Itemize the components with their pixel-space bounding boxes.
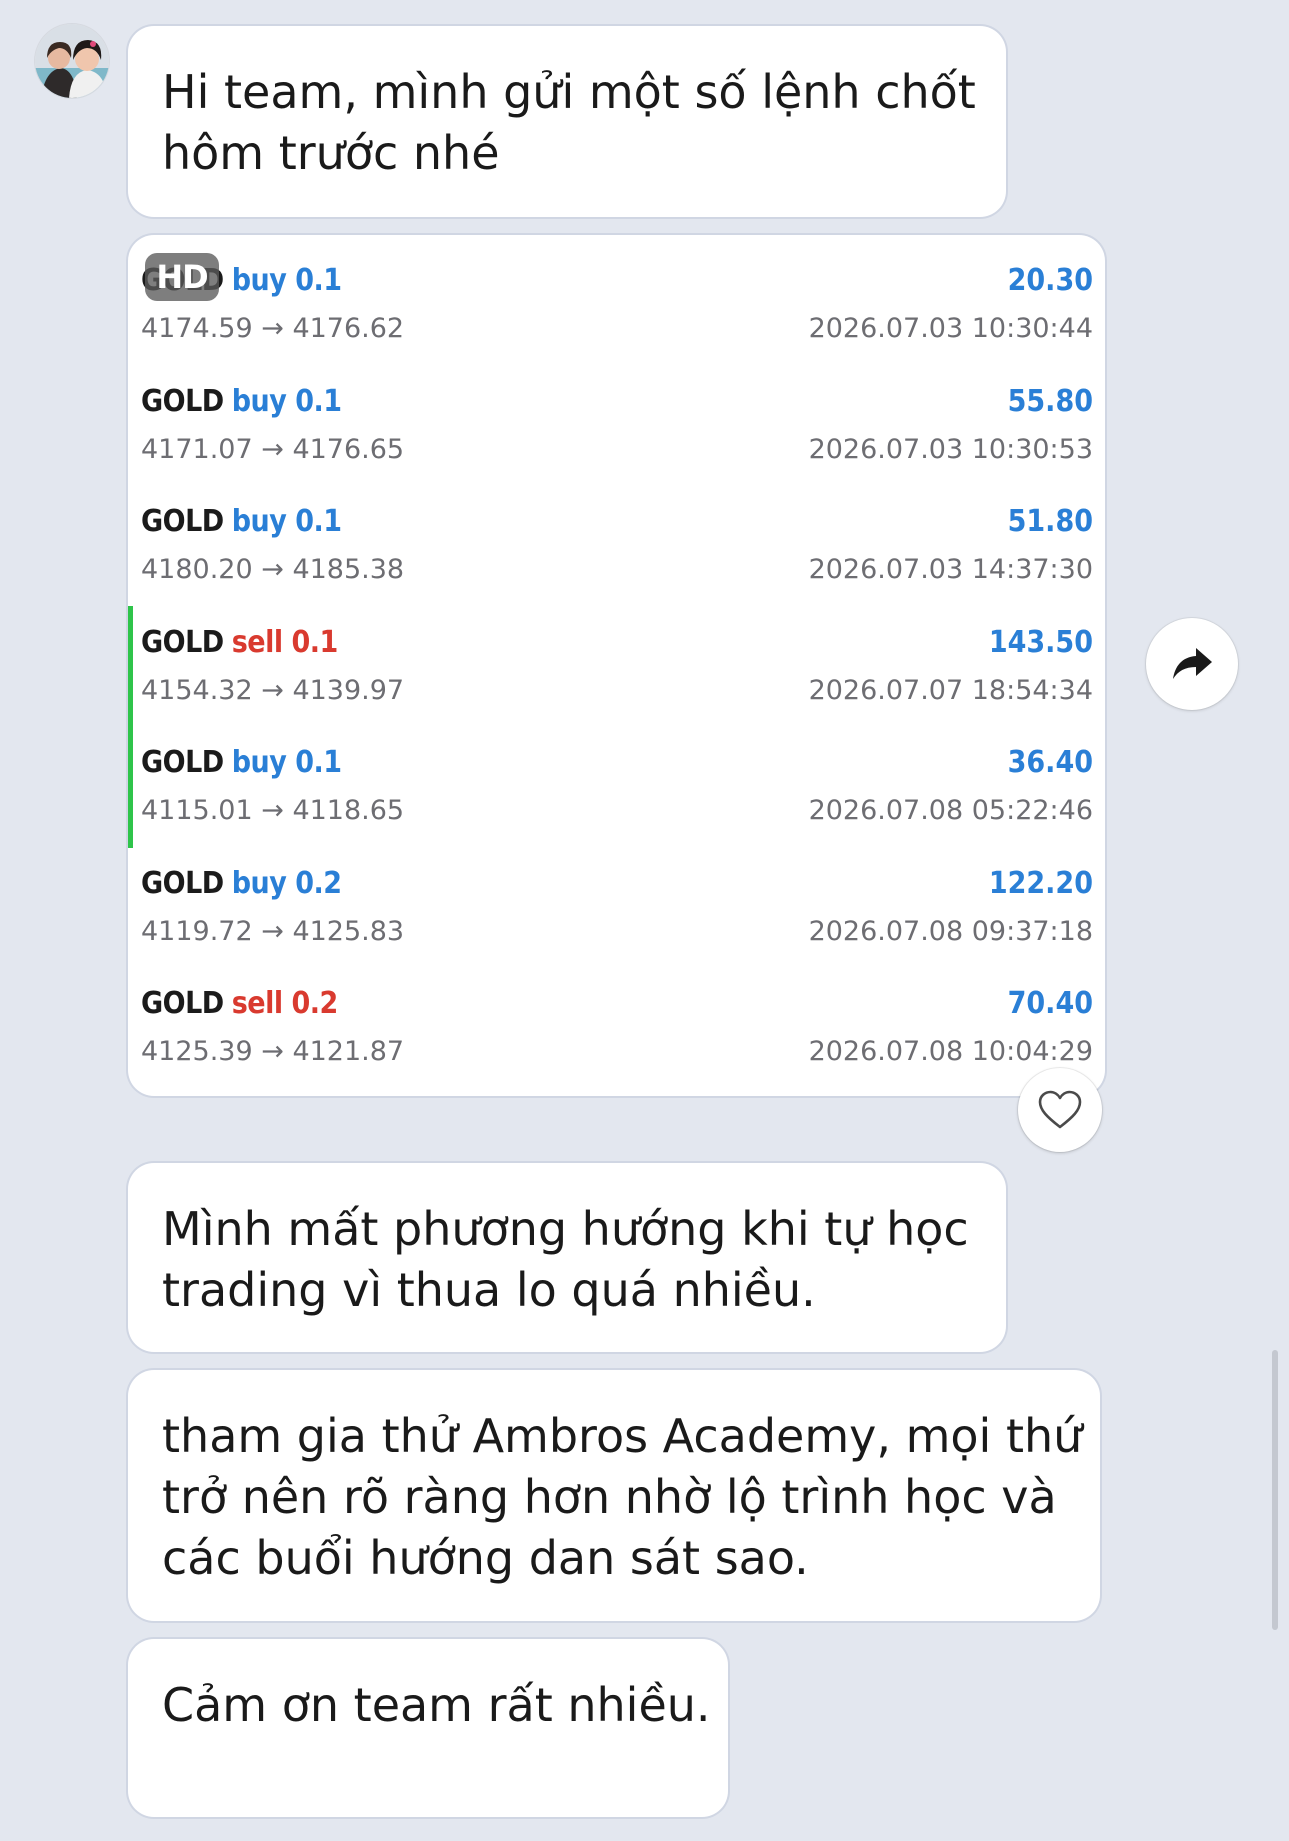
trade-direction-volume: buy 0.1 — [231, 745, 342, 780]
trade-history-image[interactable]: GOLDbuy 0.120.304174.59 → 4176.622026.07… — [128, 235, 1105, 1096]
heart-icon — [1038, 1090, 1082, 1129]
trade-row: GOLDbuy 0.120.304174.59 → 4176.622026.07… — [128, 235, 1105, 345]
trade-time: 2026.07.07 18:54:34 — [808, 674, 1093, 706]
trade-prices: 4125.39 → 4121.87 — [141, 1036, 405, 1067]
trade-profit: 122.20 — [988, 865, 1093, 901]
trade-symbol: GOLDbuy 0.1 — [141, 745, 342, 780]
trade-direction-volume: buy 0.2 — [231, 865, 342, 901]
trade-symbol-text: GOLD — [141, 504, 224, 539]
trade-direction-volume: buy 0.1 — [231, 383, 342, 419]
message-bubble-3[interactable]: tham gia thử Ambros Academy, mọi thứ trở… — [128, 1370, 1100, 1621]
trade-profit: 70.40 — [1007, 986, 1093, 1021]
trade-symbol-text: GOLD — [141, 865, 224, 901]
trade-prices: 4119.72 → 4125.83 — [141, 915, 405, 947]
heart-reaction-button[interactable] — [1018, 1068, 1102, 1152]
trade-row: GOLD buy 0.1 51.80 4180.20 → 4185.38 2026.07… — [128, 476, 1105, 586]
message-bubble-4[interactable]: Cảm ơn team rất nhiều. — [128, 1639, 728, 1817]
message-bubble-2[interactable]: Mình mất phương hướng khi tự học trading… — [128, 1163, 1006, 1352]
trade-profit: 143.50 — [988, 624, 1093, 660]
trade-time: 2026.07.03 10:30:44 — [808, 313, 1093, 344]
message-text-line: hôm trước nhé — [162, 126, 500, 180]
trade-row: GOLD sell 0.2 70.40 4125.39 → 4121.87 2026.0… — [128, 958, 1105, 1068]
hd-badge: HD — [145, 253, 219, 301]
trade-direction-volume: sell 0.1 — [231, 624, 339, 660]
message-text-line: các buổi hướng dan sát sao. — [162, 1531, 809, 1585]
message-text-line: Hi team, mình gửi một số lệnh chốt — [162, 65, 976, 119]
trade-symbol: GOLD buy 0.2 — [141, 866, 342, 901]
trade-direction-volume: sell 0.2 — [231, 986, 339, 1021]
trade-symbol: GOLD sell 0.2 — [141, 986, 338, 1021]
trade-time: 2026.07.08 05:22:46 — [808, 795, 1093, 826]
sender-avatar[interactable] — [35, 24, 109, 98]
trade-direction-volume: buy 0.1 — [231, 263, 342, 298]
avatar-photo-icon — [35, 24, 109, 98]
trade-symbol-text: GOLD — [141, 986, 224, 1021]
message-text-line: trở nên rõ ràng hơn nhờ lộ trình học và — [162, 1470, 1057, 1524]
trade-row: GOLD buy 0.1 36.40 4115.01 → 4118.65 2026.07… — [128, 717, 1105, 827]
trade-time: 2026.07.08 10:04:29 — [808, 1036, 1093, 1067]
message-bubble-1[interactable]: Hi team, mình gửi một số lệnh chốt hôm t… — [128, 26, 1006, 217]
trade-row: GOLD buy 0.1 55.80 4171.07 → 4176.65 2026.07… — [128, 356, 1105, 466]
trade-symbol-text: GOLD — [141, 383, 224, 419]
forward-button[interactable] — [1146, 618, 1238, 710]
trade-symbol-text: GOLD — [141, 624, 224, 660]
trade-symbol: GOLDbuy 0.1 — [141, 504, 342, 539]
trade-profit: 55.80 — [1007, 383, 1093, 419]
trade-direction-volume: buy 0.1 — [231, 504, 342, 539]
scrollbar[interactable] — [1272, 1350, 1278, 1630]
trade-profit: 51.80 — [1007, 504, 1093, 539]
trade-symbol: GOLDbuy 0.1 — [141, 384, 342, 419]
trade-time: 2026.07.03 10:30:53 — [808, 433, 1093, 465]
trade-profit: 20.30 — [1007, 263, 1093, 298]
trade-symbol-text: GOLD — [141, 745, 224, 780]
trade-time: 2026.07.03 14:37:30 — [808, 554, 1093, 585]
trade-prices: 4180.20 → 4185.38 — [141, 554, 405, 585]
trade-time: 2026.07.08 09:37:18 — [808, 915, 1093, 947]
trade-row: GOLD buy 0.2 122.20 4119.72 → 4125.83 2026.0… — [128, 838, 1105, 948]
trade-symbol: GOLD sell 0.1 — [141, 625, 338, 660]
share-arrow-icon — [1173, 648, 1212, 679]
trade-prices: 4171.07 → 4176.65 — [141, 433, 405, 465]
trade-prices: 4115.01 → 4118.65 — [141, 795, 405, 826]
message-text-line: trading vì thua lo quá nhiều. — [162, 1263, 816, 1317]
message-text-line: Mình mất phương hướng khi tự học — [162, 1202, 969, 1256]
trade-profit: 36.40 — [1007, 745, 1093, 780]
message-text-line: Cảm ơn team rất nhiều. — [162, 1678, 711, 1732]
trade-prices: 4154.32 → 4139.97 — [141, 674, 405, 706]
trade-prices: 4174.59 → 4176.62 — [141, 313, 405, 344]
trade-row: GOLD sell 0.1 143.50 4154.32 → 4139.97 2026.… — [128, 597, 1105, 707]
message-text-line: tham gia thử Ambros Academy, mọi thứ — [162, 1409, 1083, 1463]
